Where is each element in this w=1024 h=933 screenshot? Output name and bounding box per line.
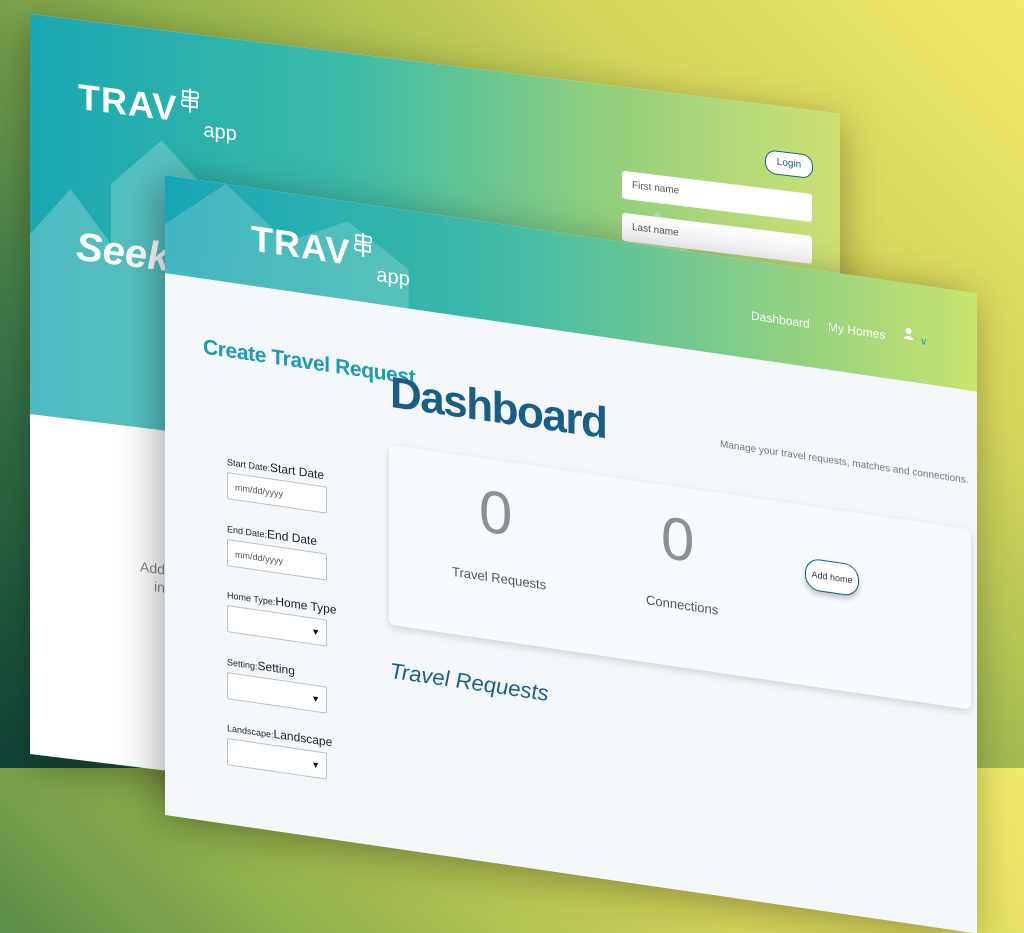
dashboard-window: TRAVapp Dashboard My Homes ∨ Create Trav… <box>165 175 977 933</box>
add-home-button[interactable]: Add home <box>805 557 859 598</box>
connections-count: 0 <box>661 503 695 576</box>
label-prefix: Start Date: <box>227 457 271 474</box>
label-prefix: Setting: <box>227 657 258 672</box>
page-title: Dashboard <box>390 367 607 449</box>
travel-requests-heading: Travel Requests <box>390 657 549 706</box>
page-subtitle: Manage your travel requests, matches and… <box>720 438 969 487</box>
travel-requests-label: Travel Requests <box>452 563 547 593</box>
label-prefix: Landscape: <box>227 723 274 740</box>
triangle-down-icon: ▼ <box>311 626 320 638</box>
footer-fragment: in <box>154 578 165 596</box>
landing-footer-text: Add in <box>140 558 165 597</box>
triangle-down-icon: ▼ <box>311 759 320 771</box>
sidebar-title: Create Travel Request <box>203 335 416 390</box>
chevron-down-icon: ∨ <box>920 336 928 349</box>
connections-label: Connections <box>646 592 719 618</box>
label-text: Setting <box>257 658 295 678</box>
triangle-down-icon: ▼ <box>311 693 320 705</box>
signpost-icon <box>180 88 201 114</box>
signpost-icon <box>353 232 374 259</box>
logo-suffix: app <box>376 263 410 291</box>
logo-suffix: app <box>203 119 237 146</box>
setting-select[interactable]: ▼ <box>227 672 327 714</box>
travel-requests-count: 0 <box>479 476 513 549</box>
footer-fragment: Add <box>140 558 165 578</box>
label-prefix: End Date: <box>227 524 268 540</box>
login-button[interactable]: Login <box>765 149 813 180</box>
label-prefix: Home Type: <box>227 590 276 608</box>
user-icon <box>903 327 914 344</box>
